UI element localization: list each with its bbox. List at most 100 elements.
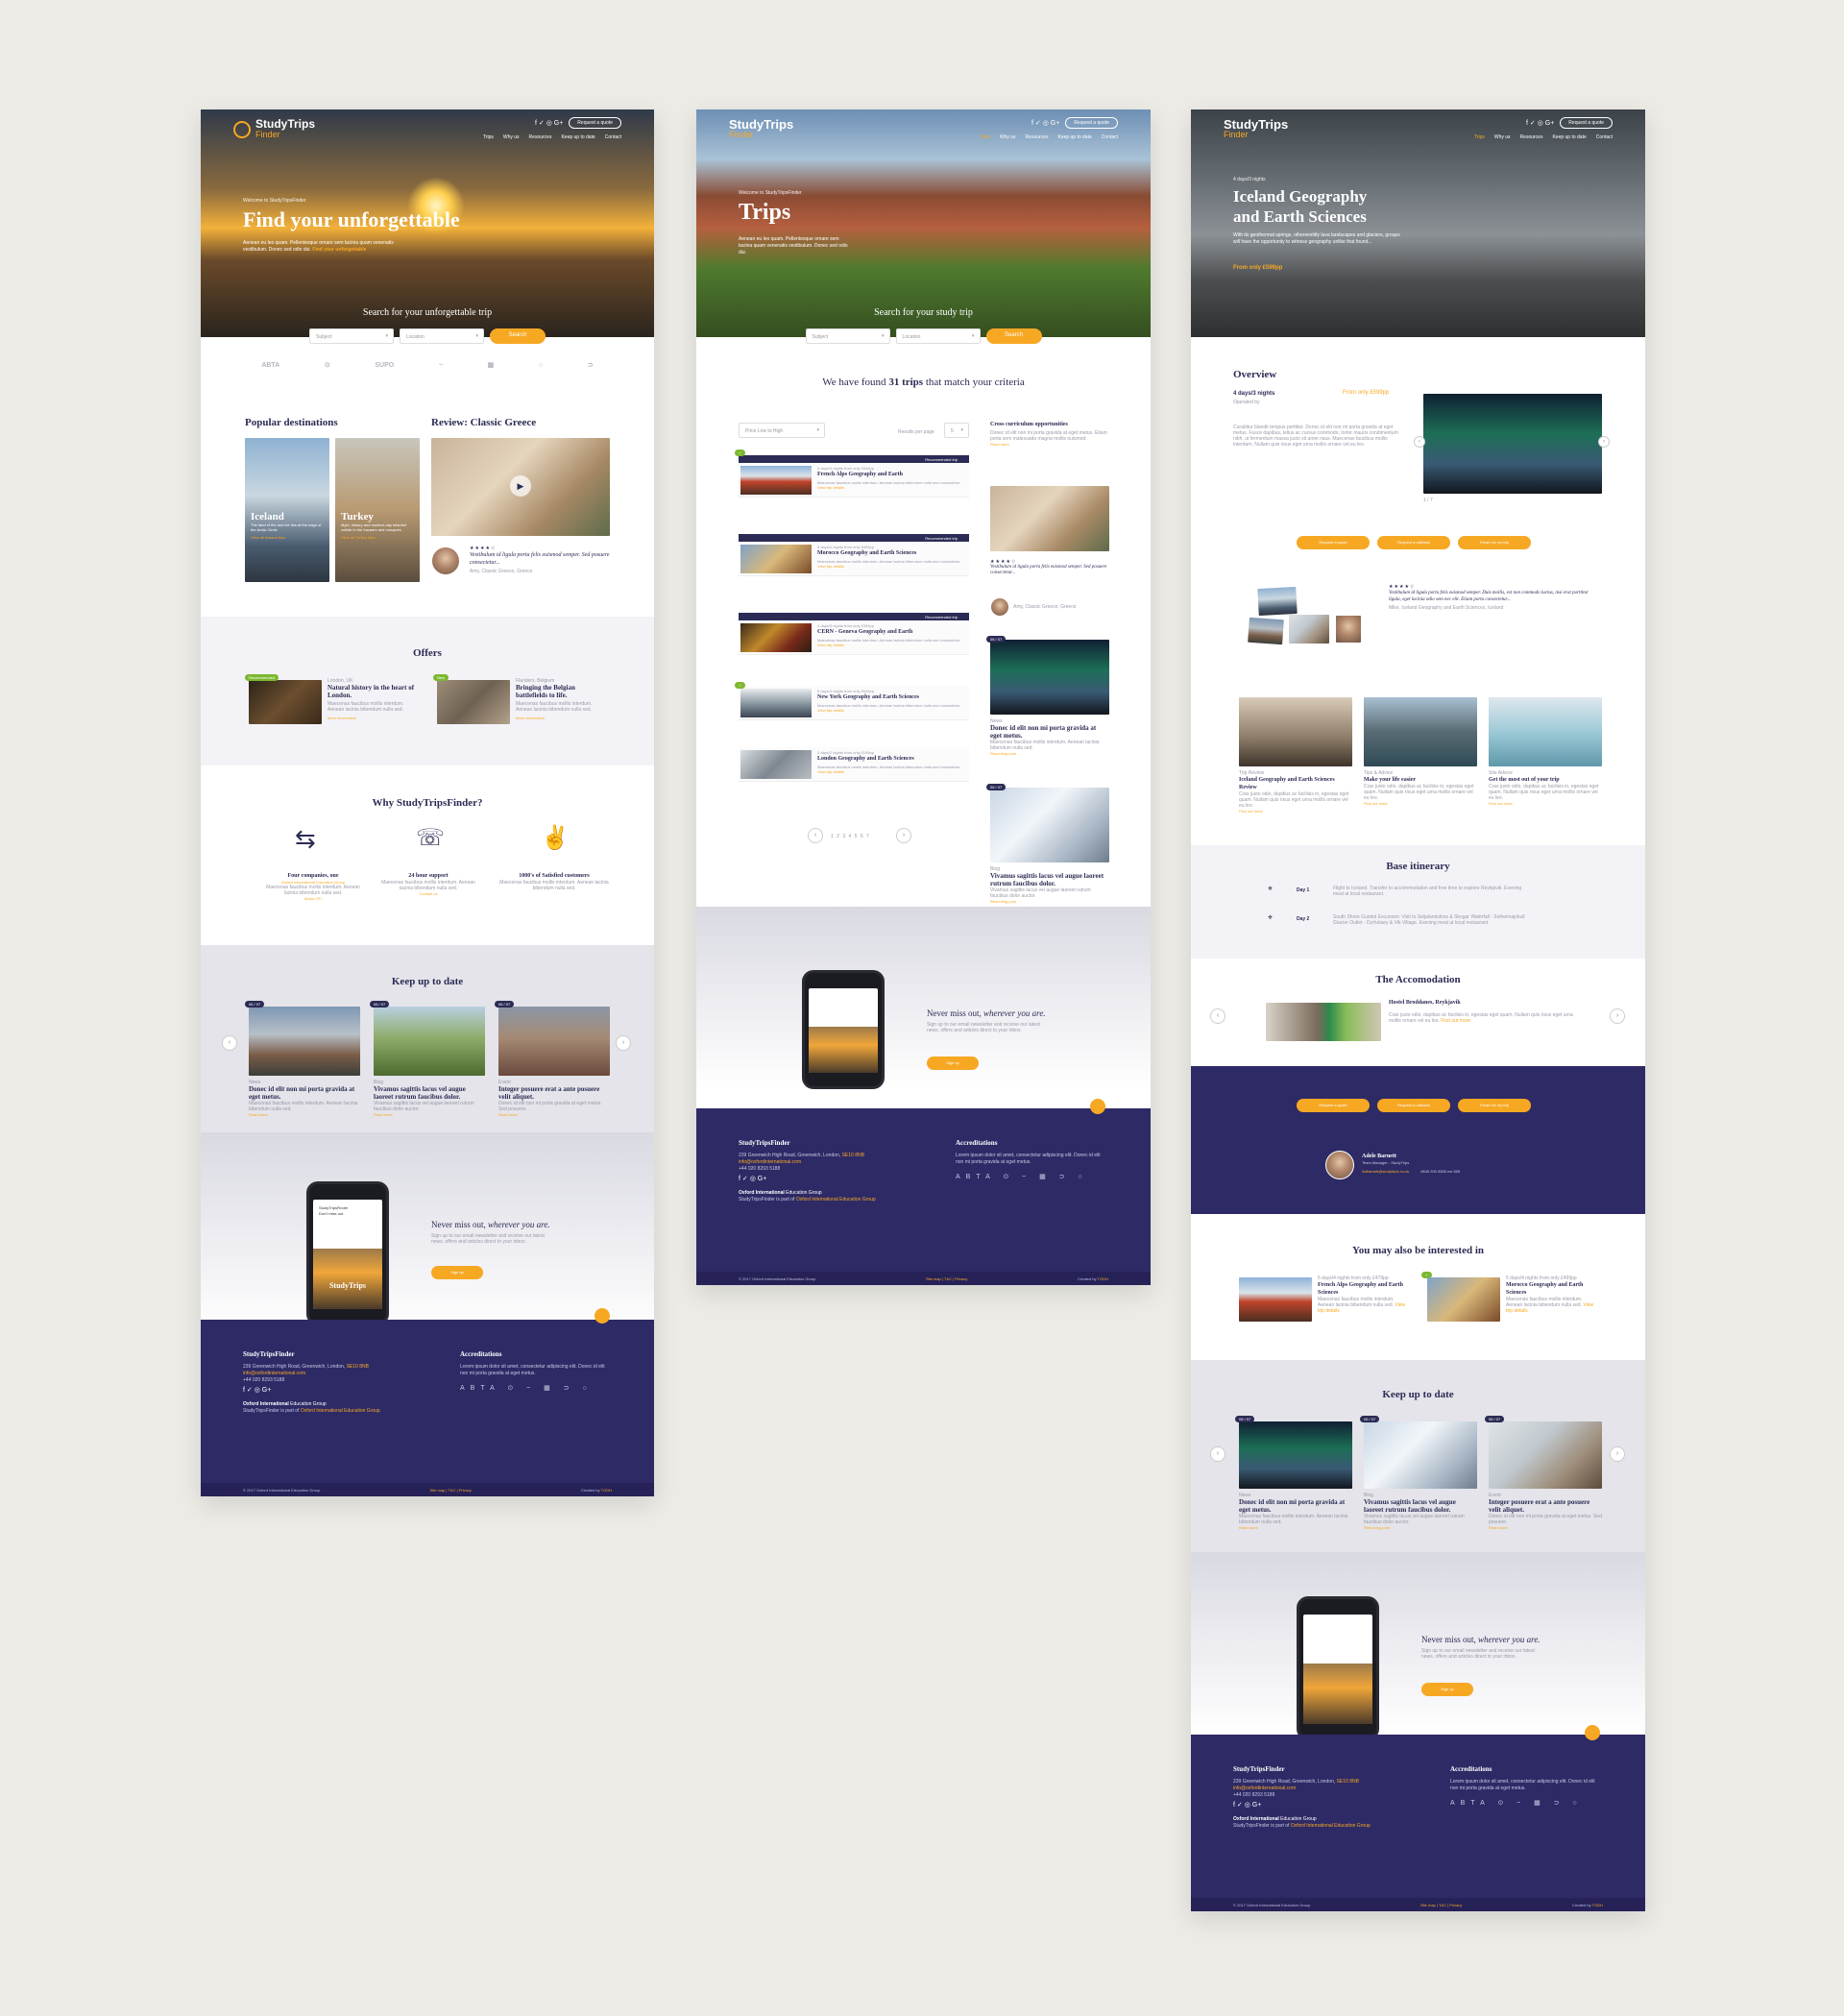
signup-button[interactable]: Sign up — [431, 1266, 483, 1279]
logo[interactable]: StudyTrips Finder — [729, 118, 793, 140]
play-icon[interactable]: ▶ — [510, 475, 531, 497]
side-blog1-link[interactable]: Read blog post — [990, 751, 1109, 756]
footer-links[interactable]: Site map | T&C | Privacy — [926, 1276, 967, 1281]
acc-image[interactable] — [1266, 1003, 1381, 1041]
pagination-next[interactable]: › — [896, 828, 911, 843]
request-quote-button[interactable]: Request a quote — [1065, 117, 1118, 129]
subject-select[interactable]: Subject — [805, 328, 890, 344]
blog2-image[interactable] — [1364, 1421, 1477, 1489]
location-select[interactable]: Location — [400, 328, 484, 344]
gallery-next[interactable]: › — [1598, 436, 1610, 448]
why1-link[interactable]: About OTI — [260, 896, 366, 901]
email-trip-pill[interactable]: Email me my trip — [1458, 1099, 1531, 1112]
footer-email[interactable]: info@oxfordinternational.com — [1233, 1785, 1425, 1792]
carousel-next-button[interactable]: › — [616, 1035, 631, 1051]
gallery-image[interactable] — [1423, 394, 1602, 494]
scroll-top-dot[interactable] — [1090, 1099, 1105, 1114]
feat3-link[interactable]: Find out more — [1489, 801, 1602, 806]
feat3-image[interactable] — [1489, 697, 1602, 766]
request-quote-pill[interactable]: Request a quote — [1297, 536, 1370, 549]
blog1-link[interactable]: Read more — [249, 1112, 360, 1117]
dest-card-iceland[interactable] — [245, 438, 329, 582]
footer-email[interactable]: info@oxfordinternational.com — [739, 1159, 931, 1166]
social-icons[interactable]: f ✓ ◎ G+ — [535, 119, 563, 127]
carousel-prev-button[interactable]: ‹ — [1210, 1446, 1225, 1462]
nav-why-us[interactable]: Why us — [503, 134, 520, 140]
nav-contact[interactable]: Contact — [1102, 134, 1118, 140]
trip-row[interactable]: 5 days/4 nights from only £649pp New Yor… — [739, 686, 969, 720]
request-callback-pill[interactable]: Request a callback — [1377, 1099, 1450, 1112]
feat2-image[interactable] — [1364, 697, 1477, 766]
scroll-top-dot[interactable] — [594, 1308, 610, 1324]
carousel-next-button[interactable]: › — [1610, 1446, 1625, 1462]
dest-link[interactable]: View all Iceland trips — [251, 535, 326, 540]
gallery-prev[interactable]: ‹ — [1414, 436, 1425, 448]
footer-links[interactable]: Site map | T&C | Privacy — [1420, 1903, 1462, 1907]
pagination-pages[interactable]: 1 2 3 4 5 6 7 — [831, 834, 870, 839]
side-review-image[interactable] — [990, 486, 1109, 551]
blog2-link[interactable]: Read more — [374, 1112, 485, 1117]
search-button[interactable]: Search — [490, 328, 546, 344]
offer2-link[interactable]: More information — [516, 716, 608, 720]
trip-row[interactable]: Recommended trip 5 days/4 nights from on… — [739, 455, 969, 498]
request-quote-button[interactable]: Request a quote — [1560, 117, 1613, 129]
blog3-link[interactable]: Read more — [498, 1112, 610, 1117]
nav-trips[interactable]: Trips — [1474, 134, 1485, 140]
email-trip-pill[interactable]: Email me my trip — [1458, 536, 1531, 549]
request-quote-button[interactable]: Request a quote — [569, 117, 621, 129]
blog1-link[interactable]: Read more — [1239, 1525, 1352, 1530]
offer2-image[interactable] — [437, 680, 510, 724]
search-button[interactable]: Search — [985, 328, 1042, 344]
blog3-image[interactable] — [1489, 1421, 1602, 1489]
request-callback-pill[interactable]: Request a callback — [1377, 536, 1450, 549]
side-blog1-image[interactable] — [990, 640, 1109, 715]
logo[interactable]: StudyTrips Finder — [233, 118, 315, 140]
blog1-image[interactable] — [1239, 1421, 1352, 1489]
nav-keep-up[interactable]: Keep up to date — [1057, 134, 1091, 140]
feat1-image[interactable] — [1239, 697, 1352, 766]
side-blog2-image[interactable] — [990, 788, 1109, 862]
carousel-prev-button[interactable]: ‹ — [222, 1035, 237, 1051]
acc-next[interactable]: › — [1610, 1008, 1625, 1024]
social-icons[interactable]: f ✓ ◎ G+ — [1526, 119, 1554, 127]
nav-resources[interactable]: Resources — [1026, 134, 1049, 140]
footer-links[interactable]: Site map | T&C | Privacy — [430, 1488, 472, 1493]
nav-resources[interactable]: Resources — [529, 134, 552, 140]
scroll-top-dot[interactable] — [1585, 1725, 1600, 1740]
offer1-link[interactable]: More information — [328, 716, 420, 720]
pagination-prev[interactable]: ‹ — [808, 828, 823, 843]
signup-button[interactable]: Sign up — [927, 1057, 979, 1070]
nav-why-us[interactable]: Why us — [1000, 134, 1016, 140]
nav-trips[interactable]: Trips — [980, 134, 990, 140]
blog3-link[interactable]: Read more — [1489, 1525, 1602, 1530]
nav-why-us[interactable]: Why us — [1494, 134, 1511, 140]
blog2-image[interactable] — [374, 1007, 485, 1076]
footer-social[interactable]: f ✓ ◎ G+ — [243, 1387, 435, 1394]
feat1-link[interactable]: Find out more — [1239, 809, 1352, 814]
footer-social[interactable]: f ✓ ◎ G+ — [739, 1176, 931, 1182]
footer-social[interactable]: f ✓ ◎ G+ — [1233, 1802, 1425, 1809]
nav-contact[interactable]: Contact — [1596, 134, 1613, 140]
request-quote-pill[interactable]: Request a quote — [1297, 1099, 1370, 1112]
side-blog2-link[interactable]: Read blog post — [990, 899, 1109, 904]
nav-trips[interactable]: Trips — [483, 134, 494, 140]
trip-row[interactable]: 3 days/2 nights from only £199pp London … — [739, 747, 969, 782]
blog1-image[interactable] — [249, 1007, 360, 1076]
logo[interactable]: StudyTrips Finder — [1224, 118, 1288, 140]
subject-select[interactable]: Subject — [309, 328, 394, 344]
feat2-link[interactable]: Find out more — [1364, 801, 1477, 806]
dest-card-turkey[interactable] — [335, 438, 420, 582]
signup-button[interactable]: Sign up — [1421, 1683, 1473, 1696]
nav-resources[interactable]: Resources — [1520, 134, 1543, 140]
social-icons[interactable]: f ✓ ◎ G+ — [1031, 119, 1059, 127]
dest-link[interactable]: View all Turkey trips — [341, 535, 416, 540]
trip-row[interactable]: Recommended trip 5 days/4 nights from on… — [739, 534, 969, 576]
footer-email[interactable]: info@oxfordinternational.com — [243, 1371, 435, 1377]
hero-link[interactable]: Find your unforgettable — [312, 247, 366, 253]
nav-contact[interactable]: Contact — [605, 134, 621, 140]
side-link[interactable]: Read more — [990, 442, 1109, 447]
trip-row[interactable]: Recommended trip 4 days/3 nights from on… — [739, 613, 969, 655]
blog3-image[interactable] — [498, 1007, 610, 1076]
why2-link[interactable]: Contact us — [376, 891, 481, 896]
acc-prev[interactable]: ‹ — [1210, 1008, 1225, 1024]
